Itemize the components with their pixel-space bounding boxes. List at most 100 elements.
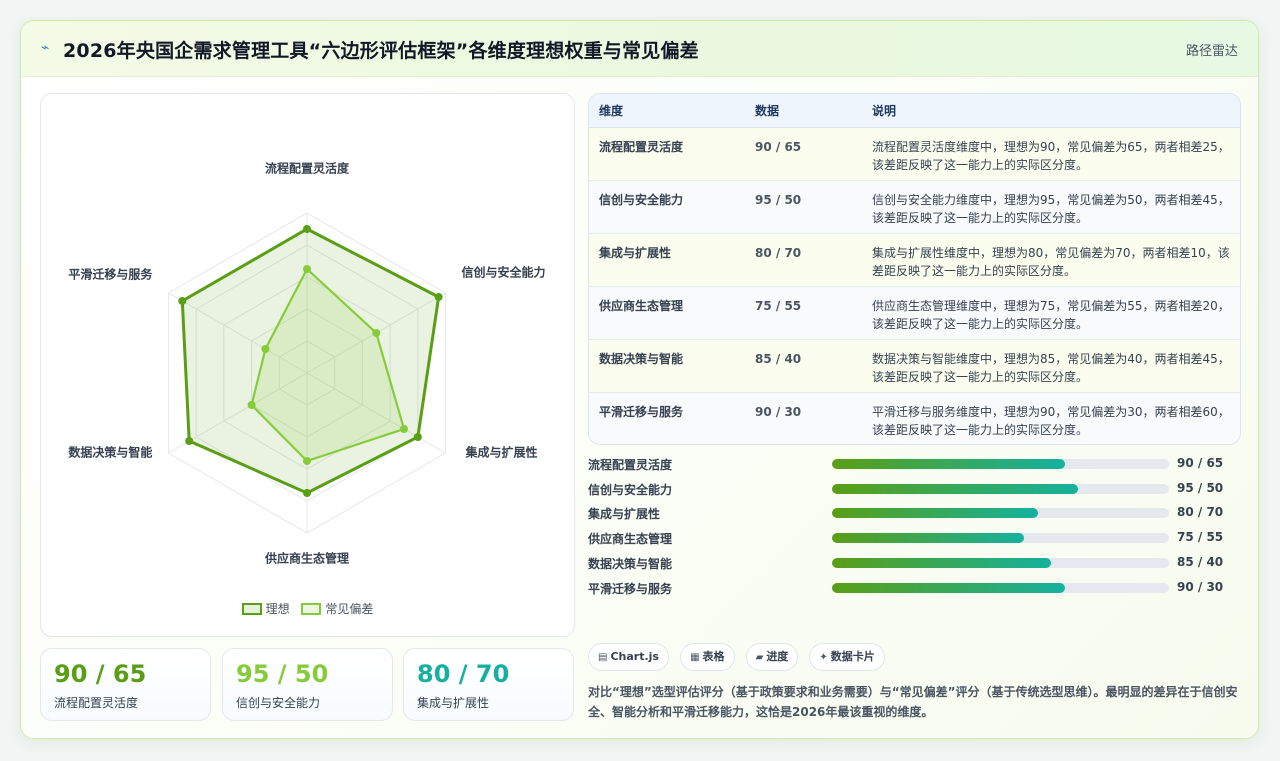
cell-desc: 供应商生态管理维度中，理想为75，常见偏差为55，两者相差20，该差距反映了这一… [862,286,1240,340]
stat-value: 95 / 50 [236,660,329,688]
header-tag: 路径雷达 [1185,44,1238,59]
radar-point [303,225,311,233]
table-header-row: 维度 数据 说明 [589,94,1240,128]
chip-datacard[interactable]: ✦ 数据卡片 [809,643,885,671]
stat-card-3: 80 / 70 集成与扩展性 [403,648,574,721]
progress-fill [832,508,1038,518]
main-card: ⌁ 2026年央国企需求管理工具“六边形评估框架”各维度理想权重与常见偏差 路径… [20,20,1259,739]
progress-icon: ▰ [755,652,764,663]
radar-point [185,437,194,445]
chart-icon: ▤ [598,652,608,663]
chip-label: 进度 [766,650,789,663]
chart-legend: 理想 常见偏差 [41,600,574,617]
cell-dimension: 供应商生态管理 [589,286,745,340]
table-row: 平滑迁移与服务 90 / 30 平滑迁移与服务维度中，理想为90，常见偏差为30… [589,392,1240,444]
radar-point [303,457,311,465]
legend-label-bias: 常见偏差 [325,602,374,616]
cell-data: 90 / 30 [745,392,862,444]
data-table: 维度 数据 说明 流程配置灵活度 90 / 65 流程配置灵活度维度中，理想为9… [588,93,1241,445]
card-icon: ✦ [819,652,828,663]
progress-label: 集成与扩展性 [588,507,661,521]
radar-axis-label: 集成与扩展性 [465,445,538,460]
table-row: 流程配置灵活度 90 / 65 流程配置灵活度维度中，理想为90，常见偏差为65… [589,127,1240,181]
chip-label: Chart.js [610,650,659,663]
cell-desc: 集成与扩展性维度中，理想为80，常见偏差为70，两者相差10，该差距反映了这一能… [862,233,1240,287]
progress-track [832,484,1169,494]
stat-value: 90 / 65 [54,660,147,688]
table-row: 信创与安全能力 95 / 50 信创与安全能力维度中，理想为95，常见偏差为50… [589,180,1240,234]
progress-track [832,558,1169,568]
radar-axis-label: 流程配置灵活度 [265,161,350,176]
progress-track [832,459,1169,469]
progress-value: 75 / 55 [1177,530,1224,544]
stat-label: 流程配置灵活度 [54,696,139,710]
col-header-data: 数据 [745,94,862,128]
progress-value: 95 / 50 [1177,481,1224,495]
cell-dimension: 数据决策与智能 [589,339,745,393]
chart-description: 对比“理想”选型评估评分（基于政策要求和业务需要）与“常见偏差”评分（基于传统选… [588,685,1238,719]
chip-chartjs[interactable]: ▤ Chart.js [588,643,669,671]
radar-chart-panel: 流程配置灵活度 信创与安全能力 集成与扩展性 供应商生态管理 数据决策与智能 平滑迁移与服… [40,93,575,637]
chip-label: 表格 [702,650,725,663]
progress-fill [832,459,1065,469]
radar-point [247,401,256,409]
progress-fill [832,583,1065,593]
cell-data: 80 / 70 [745,233,862,287]
cell-desc: 数据决策与智能维度中，理想为85，常见偏差为40，两者相差45，该差距反映了这一… [862,339,1240,393]
stat-card-1: 90 / 65 流程配置灵活度 [40,648,211,721]
progress-track [832,508,1169,518]
table-row: 数据决策与智能 85 / 40 数据决策与智能维度中，理想为85，常见偏差为40… [589,339,1240,393]
progress-fill [832,558,1052,568]
table-row: 供应商生态管理 75 / 55 供应商生态管理维度中，理想为75，常见偏差为55… [589,286,1240,340]
stat-card-2: 95 / 50 信创与安全能力 [222,648,393,721]
cell-desc: 平滑迁移与服务维度中，理想为90，常见偏差为30，两者相差60，该差距反映了这一… [862,392,1240,444]
progress-row: 数据决策与智能 85 / 40 [588,553,1241,573]
cell-data: 75 / 55 [745,286,862,340]
radar-point [303,489,311,497]
radar-point [372,329,381,337]
radar-point [303,265,311,273]
radar-point [178,297,187,305]
legend-swatch-ideal [241,603,262,615]
progress-fill [832,533,1025,543]
radar-axis-label: 信创与安全能力 [462,265,546,280]
cell-dimension: 平滑迁移与服务 [589,392,745,444]
progress-label: 流程配置灵活度 [588,458,673,472]
progress-track [832,533,1169,543]
cell-desc: 信创与安全能力维度中，理想为95，常见偏差为50，两者相差45，该差距反映了这一… [862,180,1240,234]
chip-table[interactable]: ▦ 表格 [680,643,735,671]
progress-row: 平滑迁移与服务 90 / 30 [588,578,1241,598]
page-title: 2026年央国企需求管理工具“六边形评估框架”各维度理想权重与常见偏差 [63,40,699,62]
stat-label: 集成与扩展性 [417,696,490,710]
progress-value: 90 / 65 [1177,456,1224,470]
col-header-desc: 说明 [862,94,1240,128]
pulse-icon: ⌁ [41,40,50,56]
progress-label: 数据决策与智能 [588,557,673,571]
progress-fill [832,484,1078,494]
progress-label: 供应商生态管理 [588,532,673,546]
cell-data: 90 / 65 [745,127,862,181]
radar-axis-label: 供应商生态管理 [264,551,349,566]
stat-label: 信创与安全能力 [236,696,321,710]
chip-label: 数据卡片 [830,650,875,663]
radar-axis-label: 数据决策与智能 [68,445,152,460]
radar-point [261,345,270,353]
progress-value: 80 / 70 [1177,505,1224,519]
progress-value: 85 / 40 [1177,555,1224,569]
legend-item-ideal[interactable]: 理想 [241,600,290,617]
cell-data: 85 / 40 [745,339,862,393]
progress-label: 平滑迁移与服务 [588,582,673,596]
chip-progress[interactable]: ▰ 进度 [745,643,799,671]
radar-point [434,293,443,301]
table-row: 集成与扩展性 80 / 70 集成与扩展性维度中，理想为80，常见偏差为70，两… [589,233,1240,287]
progress-track [832,583,1169,593]
cell-desc: 流程配置灵活度维度中，理想为90，常见偏差为65，两者相差25，该差距反映了这一… [862,127,1240,181]
radar-point [413,433,422,441]
legend-item-bias[interactable]: 常见偏差 [301,600,373,617]
col-header-dimension: 维度 [589,94,745,128]
legend-swatch-bias [301,603,322,615]
radar-point [399,425,408,433]
progress-row: 供应商生态管理 75 / 55 [588,528,1241,548]
tech-chips: ▤ Chart.js ▦ 表格 ▰ 进度 ✦ 数据卡片 [588,643,891,671]
legend-label-ideal: 理想 [265,602,290,616]
